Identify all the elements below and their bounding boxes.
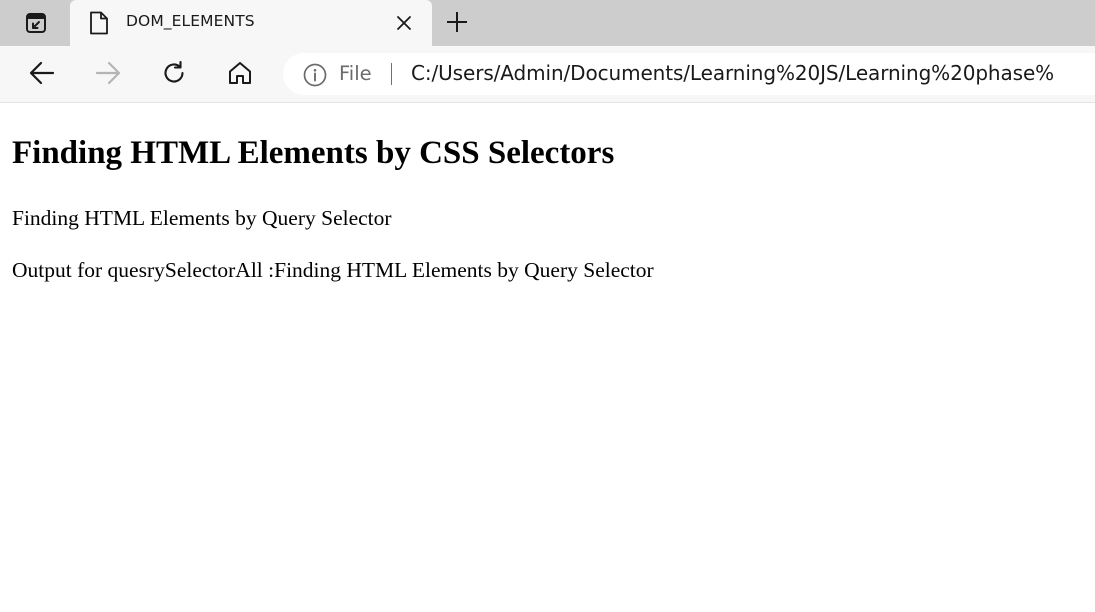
paragraph-query-selector: Finding HTML Elements by Query Selector: [12, 206, 392, 230]
info-icon[interactable]: [302, 62, 327, 87]
arrow-right-icon: [95, 60, 121, 86]
arrow-left-icon: [29, 60, 55, 86]
refresh-button[interactable]: [157, 56, 191, 90]
paragraph-query-selector-all-output: Output for quesrySelectorAll :Finding HT…: [12, 258, 654, 282]
browser-toolbar: File C:/Users/Admin/Documents/Learning%2…: [0, 46, 1095, 103]
tab-strip: DOM_ELEMENTS: [0, 0, 1095, 46]
tab-actions-icon: [25, 12, 47, 34]
home-icon: [227, 60, 253, 86]
tab-title: DOM_ELEMENTS: [126, 12, 255, 30]
address-separator: [391, 63, 392, 85]
page-icon: [88, 10, 110, 36]
tab-dom-elements[interactable]: DOM_ELEMENTS: [70, 0, 432, 46]
page-viewport: Finding HTML Elements by CSS Selectors F…: [0, 103, 1095, 612]
address-bar[interactable]: File C:/Users/Admin/Documents/Learning%2…: [283, 53, 1095, 95]
url-text[interactable]: C:/Users/Admin/Documents/Learning%20JS/L…: [411, 61, 1054, 85]
refresh-icon: [161, 60, 187, 86]
home-button[interactable]: [223, 56, 257, 90]
forward-button[interactable]: [91, 56, 125, 90]
plus-icon: [446, 11, 468, 33]
new-tab-button[interactable]: [442, 7, 472, 37]
back-button[interactable]: [25, 56, 59, 90]
tab-actions-button[interactable]: [14, 9, 58, 37]
close-tab-icon[interactable]: [392, 11, 416, 35]
scheme-label: File: [339, 62, 372, 85]
page-heading: Finding HTML Elements by CSS Selectors: [12, 135, 615, 171]
